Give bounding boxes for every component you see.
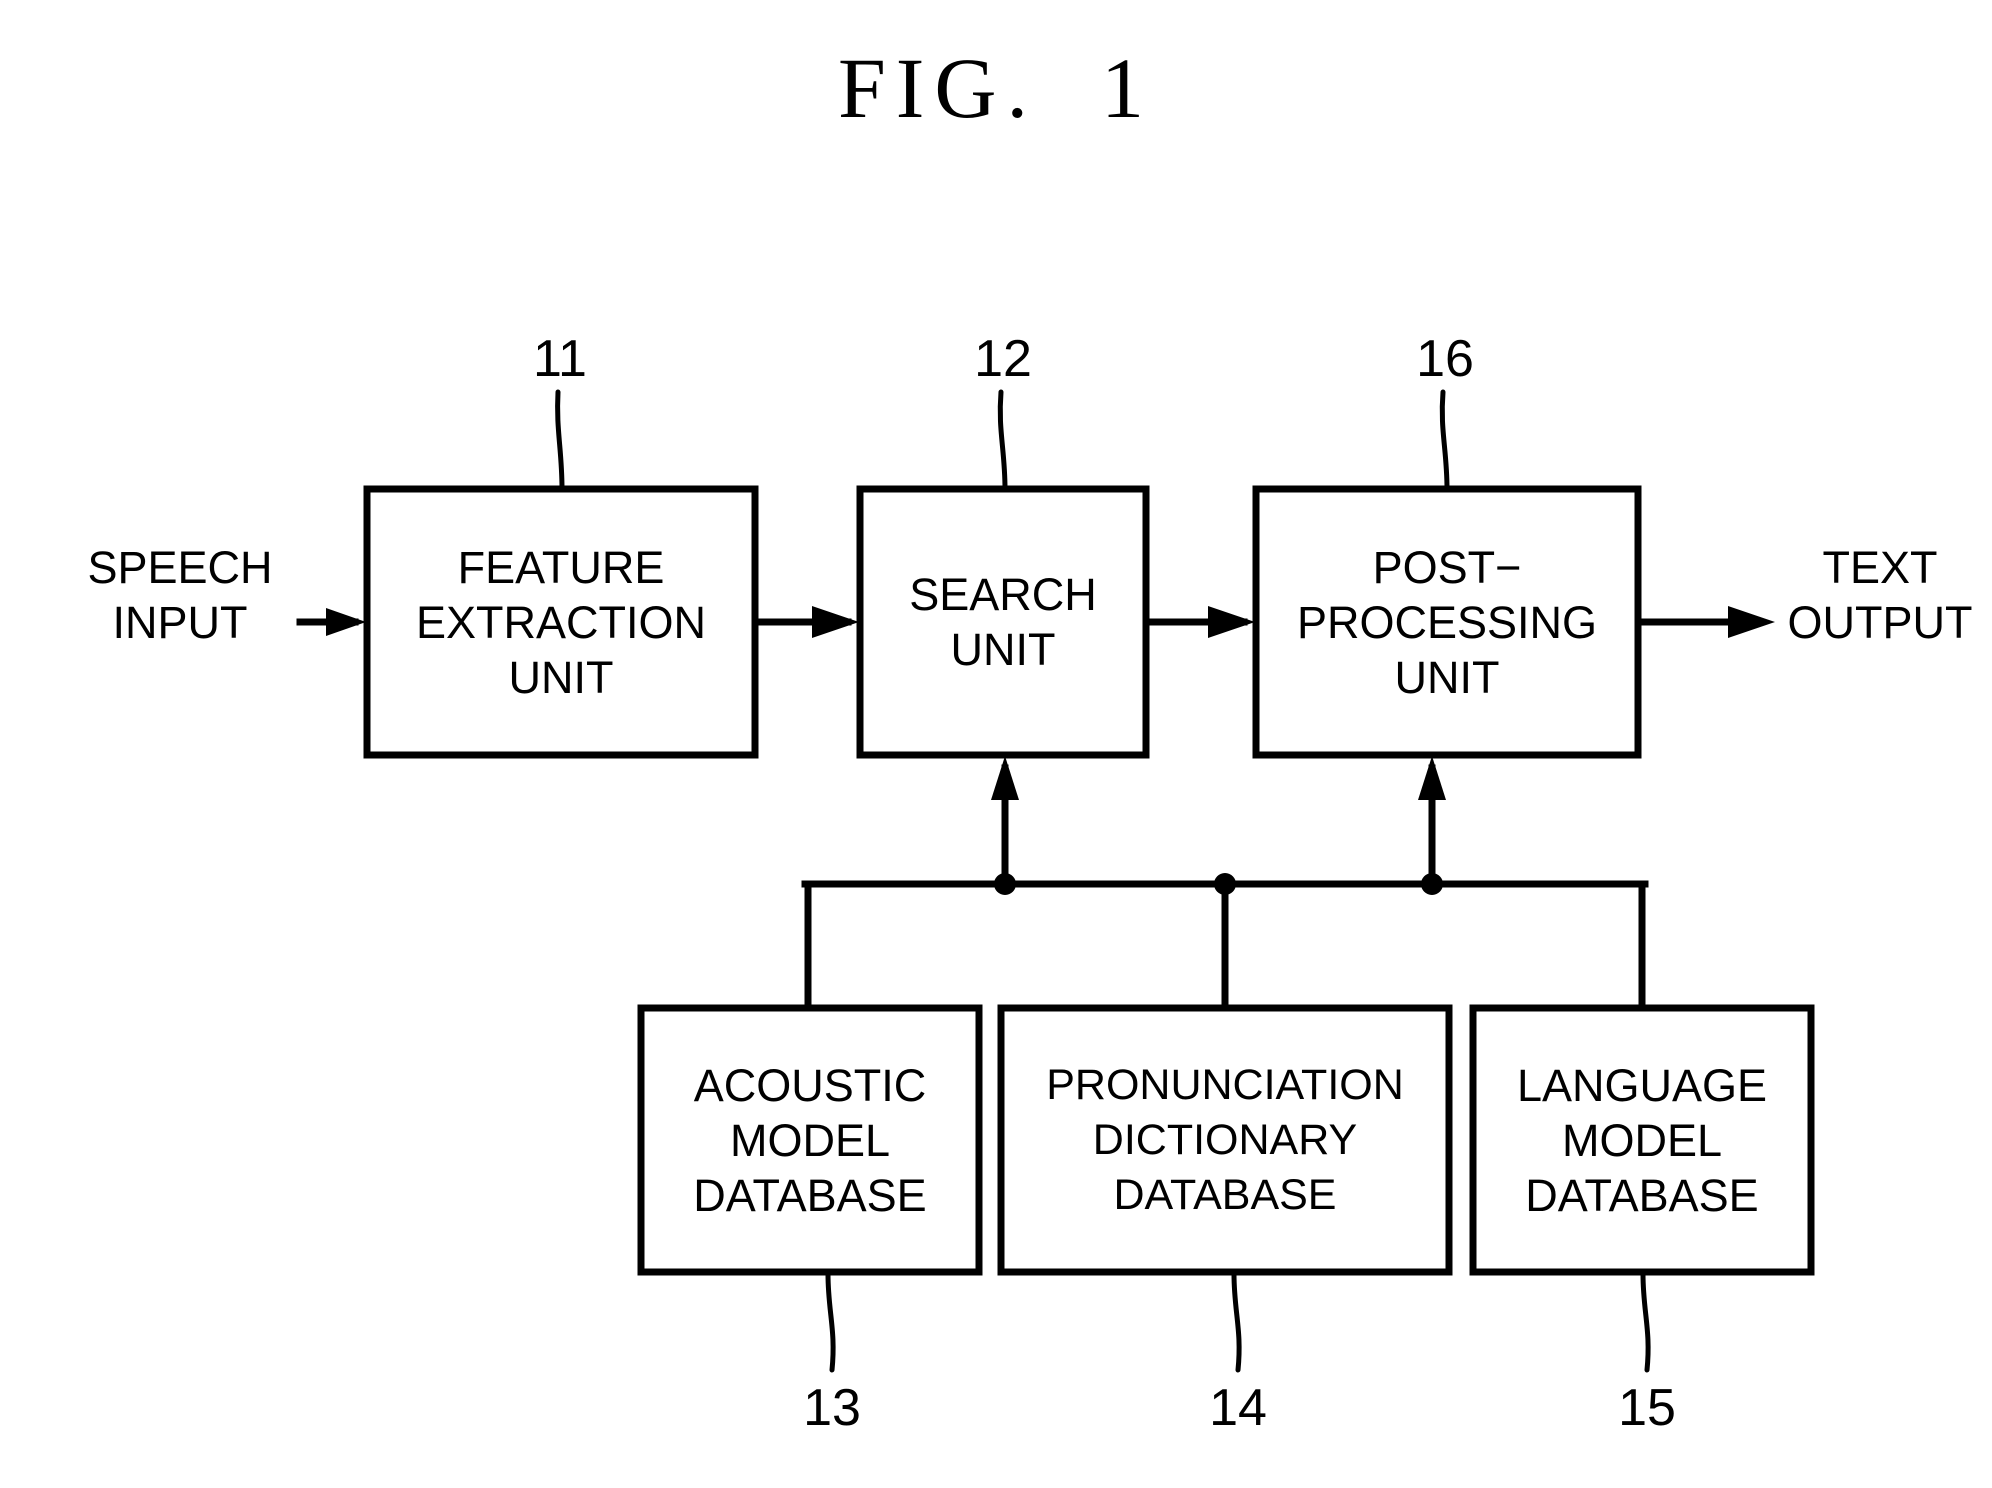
text-output-label: TEXT OUTPUT (1787, 542, 1973, 648)
box-label-feature-extraction-unit: FEATURE EXTRACTION UNIT (415, 541, 707, 703)
box-label-pronunciation-dictionary-database: PRONUNCIATION DICTIONARY DATABASE (1046, 1060, 1404, 1219)
figure-page: FIG. 1 SPEECH INPUT TEXT OUTPUT FEATURE … (0, 0, 1992, 1488)
junction-dot-language (1421, 873, 1443, 895)
junction-dot-pronunciation (1214, 873, 1236, 895)
ref-number-12: 12 (974, 330, 1032, 388)
box-label-language-model-database: LANGUAGE MODEL DATABASE (1516, 1059, 1768, 1221)
box-label-search-unit: SEARCH UNIT (909, 569, 1097, 675)
speech-input-label: SPEECH INPUT (87, 542, 273, 648)
leader-line-14 (1231, 1271, 1242, 1373)
ref-number-11: 11 (533, 330, 587, 388)
arrowhead-speech-input (326, 608, 366, 636)
ref-number-14: 14 (1209, 1379, 1267, 1437)
arrowhead-search-to-post (1208, 606, 1255, 638)
leader-line-15 (1640, 1271, 1651, 1373)
ref-number-13: 13 (803, 1379, 861, 1437)
ref-number-15: 15 (1618, 1379, 1676, 1437)
box-label-acoustic-model-database: ACOUSTIC MODEL DATABASE (693, 1059, 927, 1221)
arrowhead-feature-to-search (812, 606, 859, 638)
ref-number-16: 16 (1416, 330, 1474, 388)
leader-line-11 (555, 389, 565, 492)
box-label-post-processing-unit: POST− PROCESSING UNIT (1296, 541, 1598, 703)
arrowhead-bus-to-post-processing-unit (1418, 756, 1446, 800)
junction-dot-acoustic (994, 873, 1016, 895)
arrowhead-bus-to-search-unit (991, 756, 1019, 800)
leader-line-16 (1439, 389, 1450, 492)
arrowhead-text-output (1728, 606, 1775, 638)
leader-line-12 (997, 389, 1008, 492)
leader-line-13 (825, 1271, 836, 1373)
